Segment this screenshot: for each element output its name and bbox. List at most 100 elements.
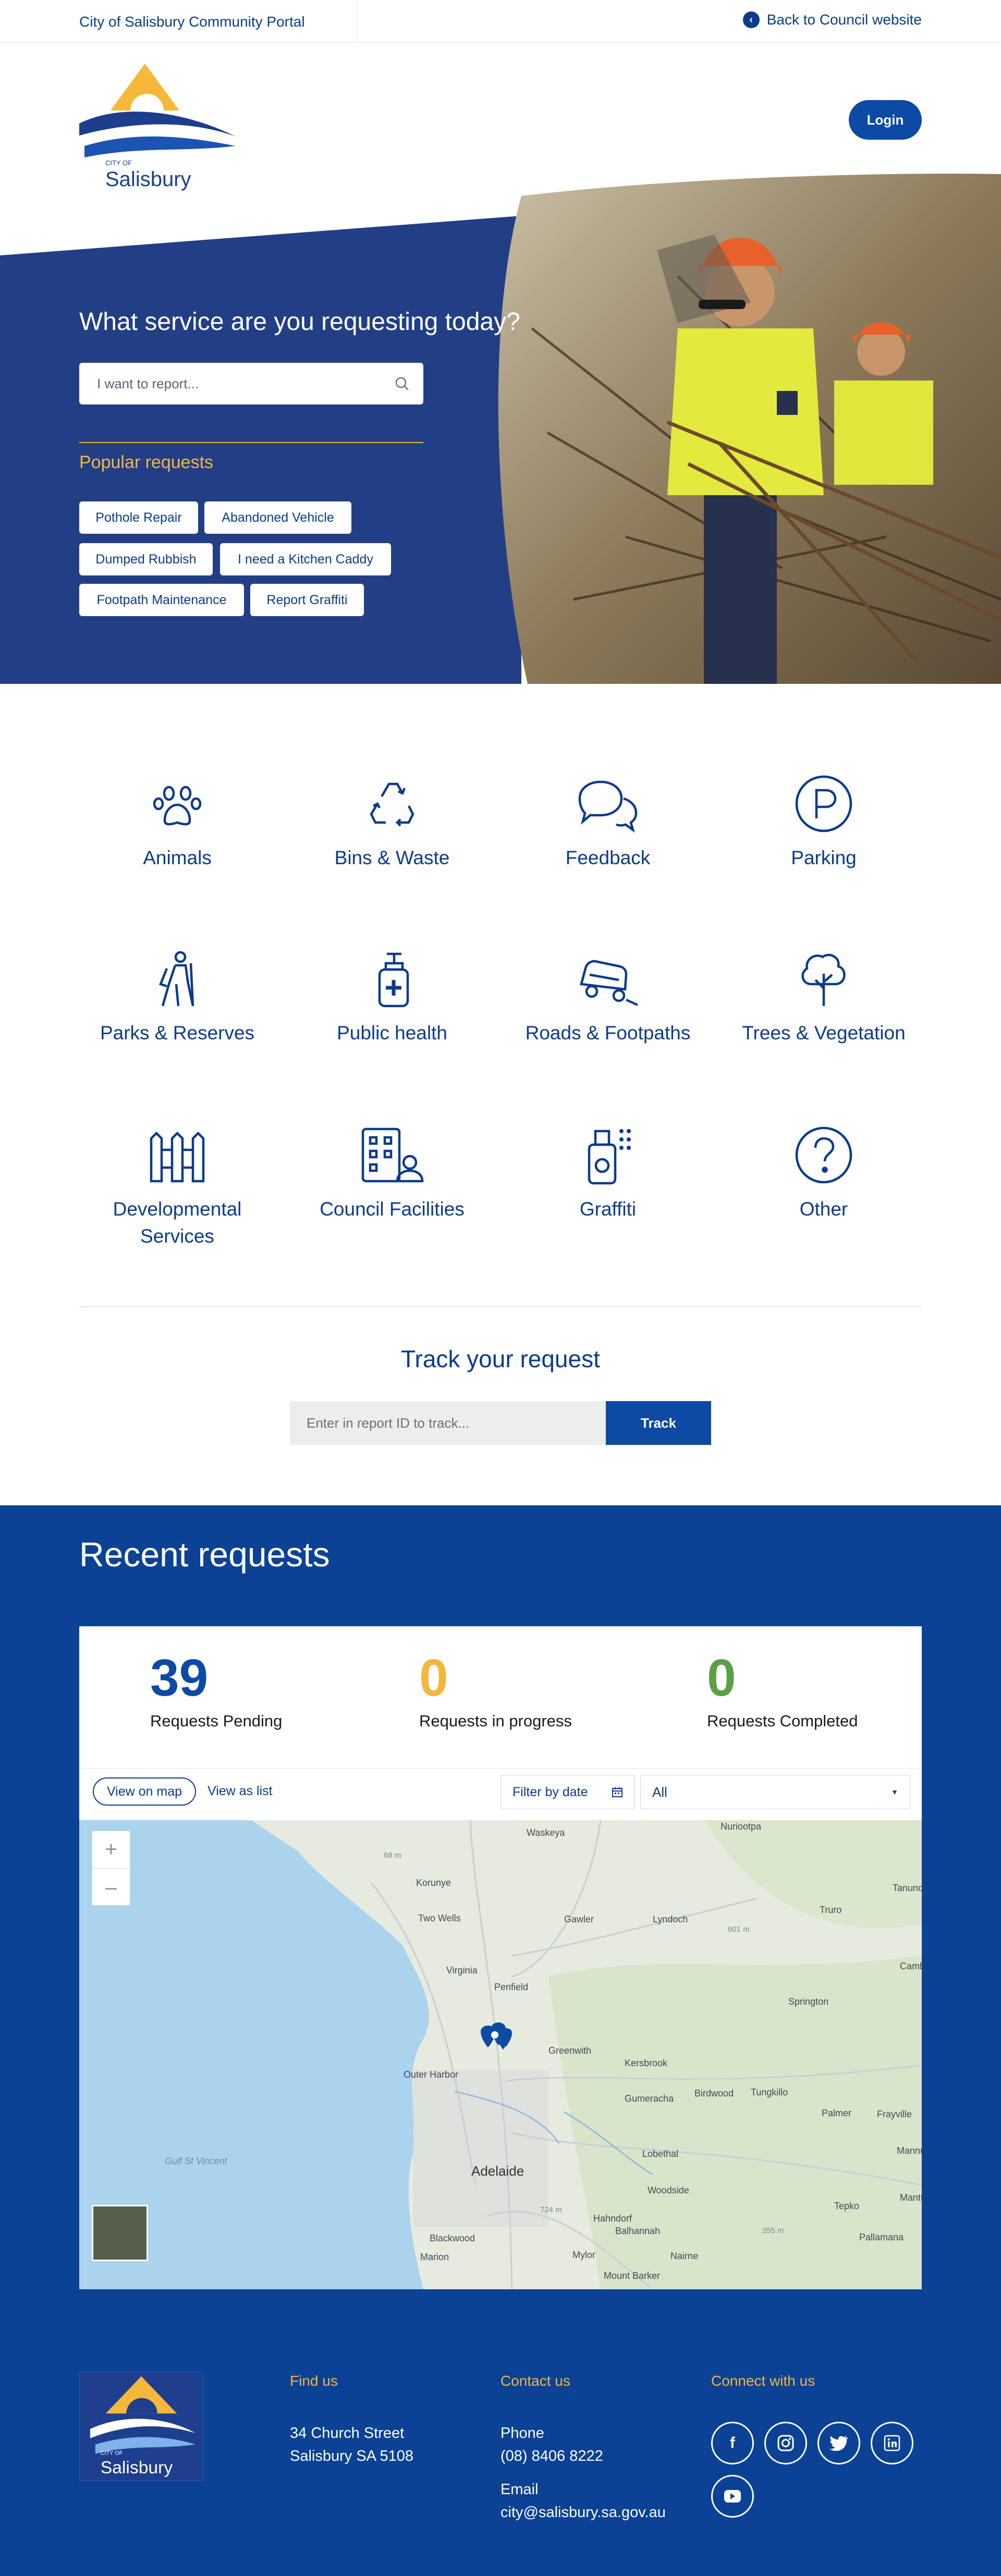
spray-can-icon [588,1129,631,1185]
map-label: Tungkillo [751,2087,788,2097]
category-label: Council Facilities [320,1198,465,1220]
linkedin-icon[interactable] [871,2422,913,2464]
satellite-toggle-button[interactable] [92,2205,148,2261]
category-parking[interactable]: Parking [735,772,912,872]
popular-report-graffiti[interactable]: Report Graffiti [250,584,364,616]
stat-in-progress: 0 Requests in progress [419,1649,572,1731]
stat-completed-value: 0 [707,1649,736,1707]
stat-in-progress-label: Requests in progress [419,1712,572,1730]
category-label: Developmental Services [113,1198,242,1247]
footer-logo[interactable]: CITY OF Salisbury [79,2372,203,2481]
back-to-council-label: Back to Council website [766,11,922,28]
category-trees-vegetation[interactable]: Trees & Vegetation [735,948,912,1047]
service-search-placeholder: I want to report... [97,375,199,391]
map-label: Nairne [670,2251,698,2261]
category-animals[interactable]: Animals [89,772,266,872]
map-label: 724 m [540,2205,562,2214]
caret-down-icon: ▼ [891,1788,898,1796]
map-label: Nuriootpa [721,1821,762,1832]
map-label: Frayville [877,2109,912,2119]
popular-requests-title: Popular requests [79,452,214,472]
popular-pothole-repair[interactable]: Pothole Repair [79,501,198,534]
hiker-icon [159,951,194,1007]
map-label: Lyndoch [653,1914,688,1924]
footer-address-line1: 34 Church Street [290,2425,405,2442]
paw-icon [153,786,202,826]
map-label: Two Wells [418,1913,461,1923]
fence-icon [150,1131,205,1183]
popular-dumped-rubbish[interactable]: Dumped Rubbish [79,543,213,575]
status-select-value: All [652,1784,667,1800]
map-label: Mylor [572,2250,595,2260]
section-divider [79,1306,922,1307]
category-label: Trees & Vegetation [742,1022,906,1044]
category-parks-reserves[interactable]: Parks & Reserves [89,948,266,1047]
chevron-left-icon: ‹ [742,11,760,28]
category-graffiti[interactable]: Graffiti [519,1124,697,1223]
map-label: Waskeya [527,1827,565,1838]
track-title: Track your request [401,1345,600,1372]
category-roads-footpaths[interactable]: Roads & Footpaths [519,948,697,1047]
map-label: 68 m [384,1851,401,1860]
stat-completed: 0 Requests Completed [707,1649,858,1731]
zoom-in-button[interactable]: + [92,1831,130,1869]
instagram-icon[interactable] [764,2422,807,2464]
map-label: Mantung [900,2192,922,2203]
track-button[interactable]: Track [606,1401,711,1445]
requests-map[interactable]: Waskeya Nuriootpa Korunye Two Wells Gawl… [79,1820,922,2289]
map-label: 601 m [728,1925,750,1934]
map-label: Gumeracha [625,2093,674,2104]
map-label: Marion [420,2252,449,2262]
map-label: Greenwith [548,2045,591,2056]
popular-footpath-maintenance[interactable]: Footpath Maintenance [79,584,244,616]
footer-find-us-heading: Find us [290,2373,338,2389]
view-on-map-button[interactable]: View on map [93,1777,196,1806]
recent-requests-title: Recent requests [79,1535,330,1574]
login-button[interactable]: Login [849,100,922,140]
category-label: Roads & Footpaths [525,1022,691,1044]
footer-contact-heading: Contact us [500,2373,570,2389]
stat-pending: 39 Requests Pending [150,1649,282,1731]
popular-kitchen-caddy[interactable]: I need a Kitchen Caddy [220,543,391,575]
map-label: Birdwood [694,2088,734,2099]
category-label: Public health [337,1022,447,1044]
category-public-health[interactable]: Public health [303,948,481,1047]
map-label: Palmer [822,2108,851,2118]
map-label: Penfield [494,1982,528,1992]
map-label: Korunye [416,1878,451,1888]
zoom-out-button[interactable]: – [92,1869,130,1906]
map-label: Gulf St Vincent [165,2156,228,2166]
category-council-facilities[interactable]: Council Facilities [303,1124,481,1223]
popular-abandoned-vehicle[interactable]: Abandoned Vehicle [204,501,351,534]
service-search-input[interactable]: I want to report... [79,363,423,404]
filter-by-date-button[interactable]: Filter by date [500,1775,635,1809]
back-to-council-link[interactable]: ‹ Back to Council website [742,11,922,28]
map-label: Springton [788,1996,828,2007]
footer-phone-link[interactable]: (08) 8406 8222 [500,2445,603,2468]
category-other[interactable]: Other [735,1124,912,1223]
track-id-input[interactable]: Enter in report ID to track... [290,1401,606,1445]
category-bins-waste[interactable]: Bins & Waste [303,772,481,872]
chat-bubbles-icon [578,780,638,833]
category-feedback[interactable]: Feedback [519,772,697,872]
filter-by-date-label: Filter by date [512,1784,588,1799]
category-developmental-services[interactable]: Developmental Services [89,1124,266,1250]
footer-email-link[interactable]: city@salisbury.sa.gov.au [500,2501,666,2524]
map-label: Outer Harbor [404,2069,458,2080]
view-as-list-link[interactable]: View as list [207,1784,273,1799]
map-label: Pallamana [859,2232,904,2242]
youtube-icon[interactable] [711,2475,754,2518]
map-label: Kersbrook [625,2058,668,2068]
footer-logo-name: Salisbury [101,2458,173,2477]
category-label: Bins & Waste [334,847,450,868]
status-select[interactable]: All ▼ [640,1775,910,1809]
question-icon [795,1126,852,1184]
hero-divider [79,442,423,443]
category-label: Parks & Reserves [100,1022,255,1044]
stat-pending-value: 39 [150,1649,209,1707]
search-icon[interactable] [394,376,410,391]
map-label: Tanunda [893,1883,922,1893]
footer-connect-heading: Connect with us [711,2373,815,2389]
twitter-icon[interactable] [817,2422,860,2464]
facebook-icon[interactable]: f [711,2422,754,2464]
